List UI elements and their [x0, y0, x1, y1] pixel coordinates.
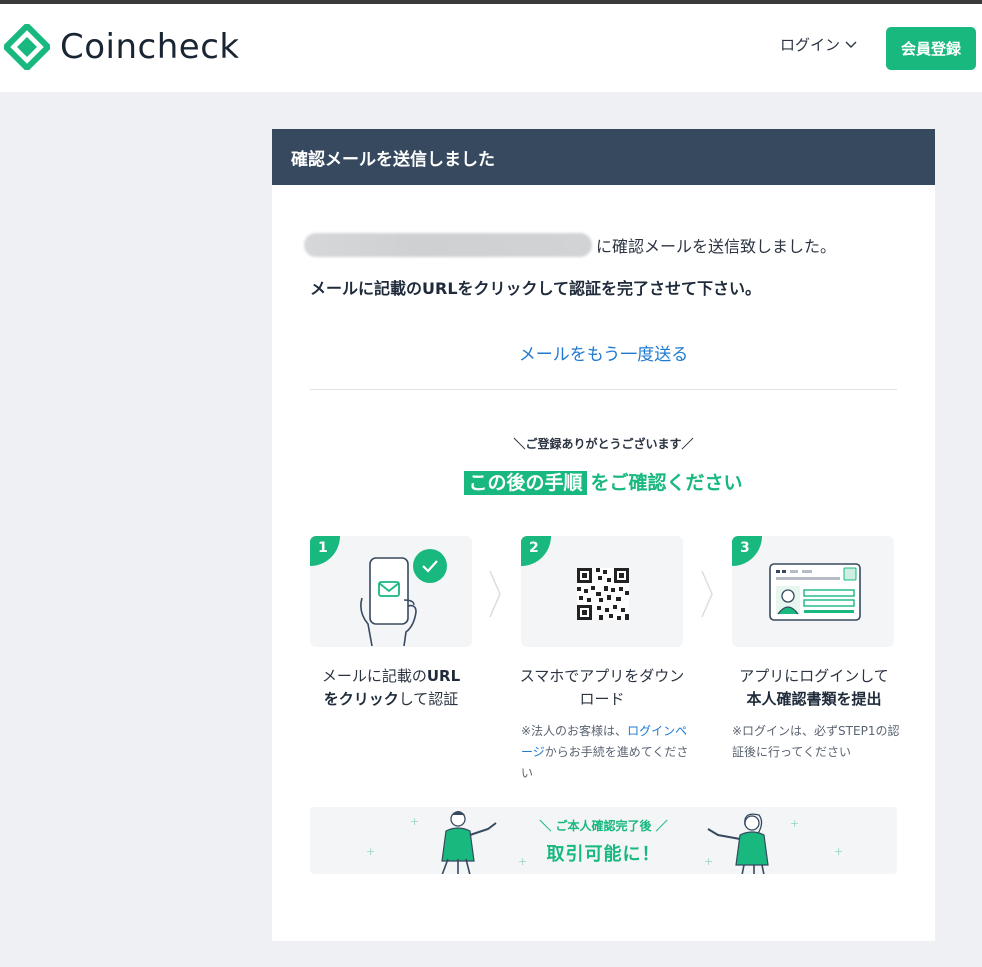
confirmation-card: 確認メールを送信しました に確認メールを送信致しました。 メールに記載のURLを…: [272, 129, 935, 941]
divider: [310, 389, 897, 390]
login-menu[interactable]: ログイン: [780, 34, 858, 55]
site-header: Coincheck ログイン 会員登録: [0, 4, 982, 92]
banner-subtitle: ＼ ご本人確認完了後 ／: [539, 819, 668, 833]
next-steps-highlight: この後の手順: [464, 471, 587, 495]
coincheck-logo-icon: [4, 24, 50, 70]
step-1-text-url: URL: [426, 667, 461, 685]
instruction-text: メールに記載のURLをクリックして認証を完了させて下さい。: [310, 279, 762, 298]
step-2-text: スマホでアプリをダウンロード: [519, 667, 685, 708]
step-1-text-click: をクリック: [323, 690, 399, 708]
login-label: ログイン: [780, 36, 841, 54]
step-1-text-d: して認証: [398, 690, 459, 708]
step-3-text: アプリにログインして 本人確認書類を提出: [729, 665, 899, 711]
sent-message: に確認メールを送信致しました。: [304, 233, 836, 257]
step-2-card: 2: [521, 536, 683, 647]
step-2-note: ※法人のお客様は、ログインページからお手続を進めてください: [521, 721, 689, 784]
brand-name: Coincheck: [60, 27, 240, 67]
redacted-email: [304, 233, 592, 257]
step-3-text-b: 本人確認書類を提出: [746, 690, 882, 708]
sent-message-text: に確認メールを送信致しました。: [596, 237, 837, 256]
next-steps-rest: をご確認ください: [590, 472, 743, 494]
completion-banner: + + + + + + ＼ ご本人確認完了後 ／ 取引可能に！: [310, 807, 897, 874]
chevron-right-icon: [701, 570, 713, 618]
resend-email-link[interactable]: メールをもう一度送る: [272, 340, 935, 365]
chevron-right-icon: [489, 570, 501, 618]
thanks-text: ＼ご登録ありがとうございます／: [513, 437, 694, 451]
step-1-text-a: メールに記載の: [321, 667, 427, 685]
signup-button[interactable]: 会員登録: [886, 27, 976, 70]
step-1-text: メールに記載のURL をクリックして認証: [306, 665, 476, 711]
next-steps-title: この後の手順 をご確認ください: [272, 468, 935, 495]
chevron-down-icon: [845, 41, 857, 48]
banner-title: 取引可能に！: [546, 844, 661, 865]
step-2-note-a: ※法人のお客様は、: [521, 724, 628, 738]
brand-logo[interactable]: Coincheck: [4, 24, 240, 70]
step-3-note: ※ログインは、必ずSTEP1の認証後に行ってください: [732, 724, 900, 759]
step-3-card: 3: [732, 536, 894, 647]
step-2-note-b: からお手続を進めてください: [521, 745, 689, 780]
step-1-card: 1: [310, 536, 472, 647]
step-3-text-a: アプリにログインして: [739, 667, 889, 685]
card-title: 確認メールを送信しました: [272, 129, 935, 185]
